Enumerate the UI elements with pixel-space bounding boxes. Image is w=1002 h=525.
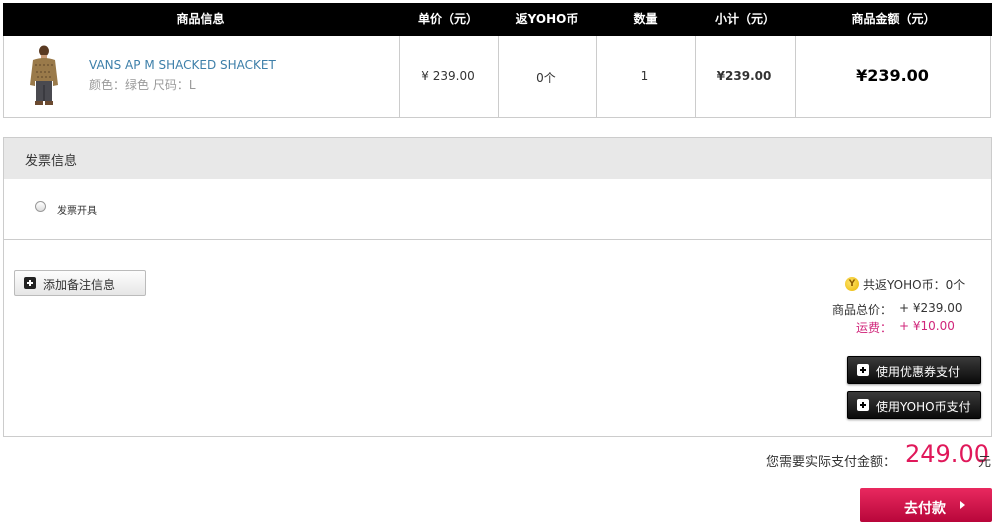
- col-header-yoho-coin: 返YOHO币: [515, 12, 579, 26]
- quantity: 1: [640, 69, 649, 83]
- col-header-unit-price: 单价（元）: [417, 12, 478, 26]
- plus-icon: [857, 399, 869, 411]
- invoice-header: [4, 138, 991, 179]
- subtotal: ¥239.00: [716, 69, 772, 83]
- product-image[interactable]: [25, 45, 63, 107]
- use-yoho-coin-label: 使用YOHO币支付: [876, 400, 971, 414]
- checkout-label: 去付款: [904, 501, 946, 517]
- invoice-title: 发票信息: [25, 154, 78, 169]
- use-coupon-button[interactable]: 使用优惠券支付: [847, 356, 981, 384]
- yoho-coin-return: 0个: [536, 71, 556, 85]
- unit-price: ¥ 239.00: [421, 69, 475, 83]
- use-yoho-coin-button[interactable]: 使用YOHO币支付: [847, 391, 981, 419]
- plus-icon: [24, 277, 36, 289]
- product-attributes: 颜色：绿色 尺码：L: [89, 78, 196, 92]
- invoice-option-label[interactable]: 发票开具: [57, 202, 97, 217]
- shipping-label: 运费：: [855, 321, 892, 335]
- goods-total-label: 商品总价：: [831, 303, 892, 317]
- payment-amount: 249.00: [905, 440, 989, 468]
- add-remark-button[interactable]: 添加备注信息: [14, 270, 146, 296]
- col-header-amount: 商品金额（元）: [851, 12, 936, 26]
- arrow-right-icon: [960, 501, 965, 509]
- shipping-value: + ¥10.00: [899, 319, 955, 333]
- table-header: 商品信息 单价（元） 返YOHO币 数量 小计（元） 商品金额（元）: [3, 3, 992, 36]
- invoice-radio[interactable]: [35, 201, 46, 212]
- add-remark-label: 添加备注信息: [43, 278, 116, 292]
- use-coupon-label: 使用优惠券支付: [876, 365, 961, 379]
- product-name-link[interactable]: VANS AP M SHACKED SHACKET: [89, 58, 276, 72]
- payment-label: 您需要实际支付金额：: [766, 455, 897, 470]
- yoho-coin-icon: Y: [845, 277, 859, 291]
- plus-icon: [857, 364, 869, 376]
- col-header-quantity: 数量: [633, 12, 658, 26]
- goods-total-value: + ¥239.00: [899, 301, 963, 315]
- product-amount: ¥239.00: [856, 66, 929, 85]
- checkout-button[interactable]: 去付款: [860, 488, 992, 522]
- col-header-subtotal: 小计（元）: [714, 12, 775, 26]
- coin-return-total: 共返YOHO币：0个: [863, 278, 966, 292]
- order-summary-panel: [3, 240, 992, 437]
- col-header-product: 商品信息: [176, 12, 225, 26]
- payment-unit: 元: [978, 455, 992, 470]
